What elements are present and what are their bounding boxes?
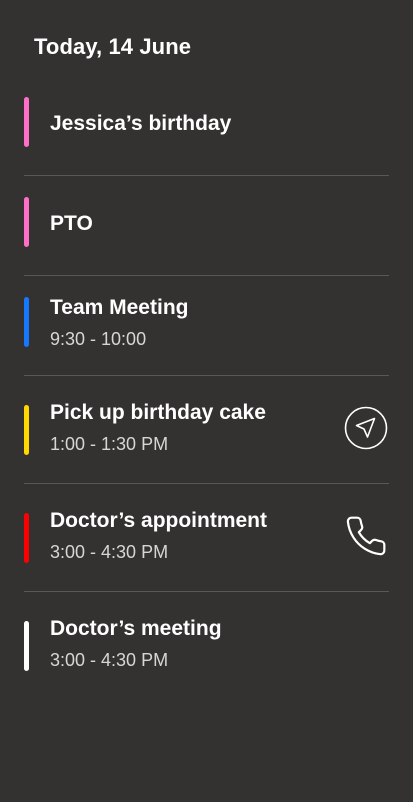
event-color-bar xyxy=(24,97,29,147)
call-button[interactable] xyxy=(343,513,389,559)
event-item[interactable]: Pick up birthday cake 1:00 - 1:30 PM xyxy=(24,376,389,484)
event-item[interactable]: Team Meeting 9:30 - 10:00 xyxy=(24,276,389,376)
event-title: Jessica’s birthday xyxy=(50,112,232,135)
event-text: Jessica’s birthday xyxy=(50,111,231,137)
event-color-bar xyxy=(24,297,29,347)
event-text: Doctor’s appointment 3:00 - 4:30 PM xyxy=(50,508,267,564)
navigate-arrow-icon xyxy=(344,406,388,450)
event-title: Doctor’s appointment xyxy=(50,509,268,532)
event-text: Team Meeting 9:30 - 10:00 xyxy=(50,295,188,351)
event-list: Jessica’s birthday PTO Team Meeting 9:30… xyxy=(24,76,389,700)
event-color-bar xyxy=(24,621,29,671)
navigate-button[interactable] xyxy=(343,405,389,451)
event-color-bar xyxy=(24,513,29,563)
event-title: Pick up birthday cake xyxy=(50,401,266,424)
event-time: 3:00 - 4:30 PM xyxy=(50,542,169,562)
phone-icon xyxy=(346,516,386,556)
event-time: 9:30 - 10:00 xyxy=(50,329,147,349)
event-time: 1:00 - 1:30 PM xyxy=(50,434,169,454)
event-item[interactable]: Jessica’s birthday xyxy=(24,76,389,176)
event-item[interactable]: PTO xyxy=(24,176,389,276)
page-title: Today, 14 June xyxy=(34,34,192,59)
event-text: Doctor’s meeting 3:00 - 4:30 PM xyxy=(50,616,222,672)
event-time: 3:00 - 4:30 PM xyxy=(50,650,169,670)
event-item[interactable]: Doctor’s appointment 3:00 - 4:30 PM xyxy=(24,484,389,592)
event-text: Pick up birthday cake 1:00 - 1:30 PM xyxy=(50,400,266,456)
event-color-bar xyxy=(24,197,29,247)
event-item[interactable]: Doctor’s meeting 3:00 - 4:30 PM xyxy=(24,592,389,700)
event-text: PTO xyxy=(50,211,93,237)
event-title: Doctor’s meeting xyxy=(50,617,222,640)
event-title: PTO xyxy=(50,212,93,235)
event-title: Team Meeting xyxy=(50,296,189,319)
event-color-bar xyxy=(24,405,29,455)
